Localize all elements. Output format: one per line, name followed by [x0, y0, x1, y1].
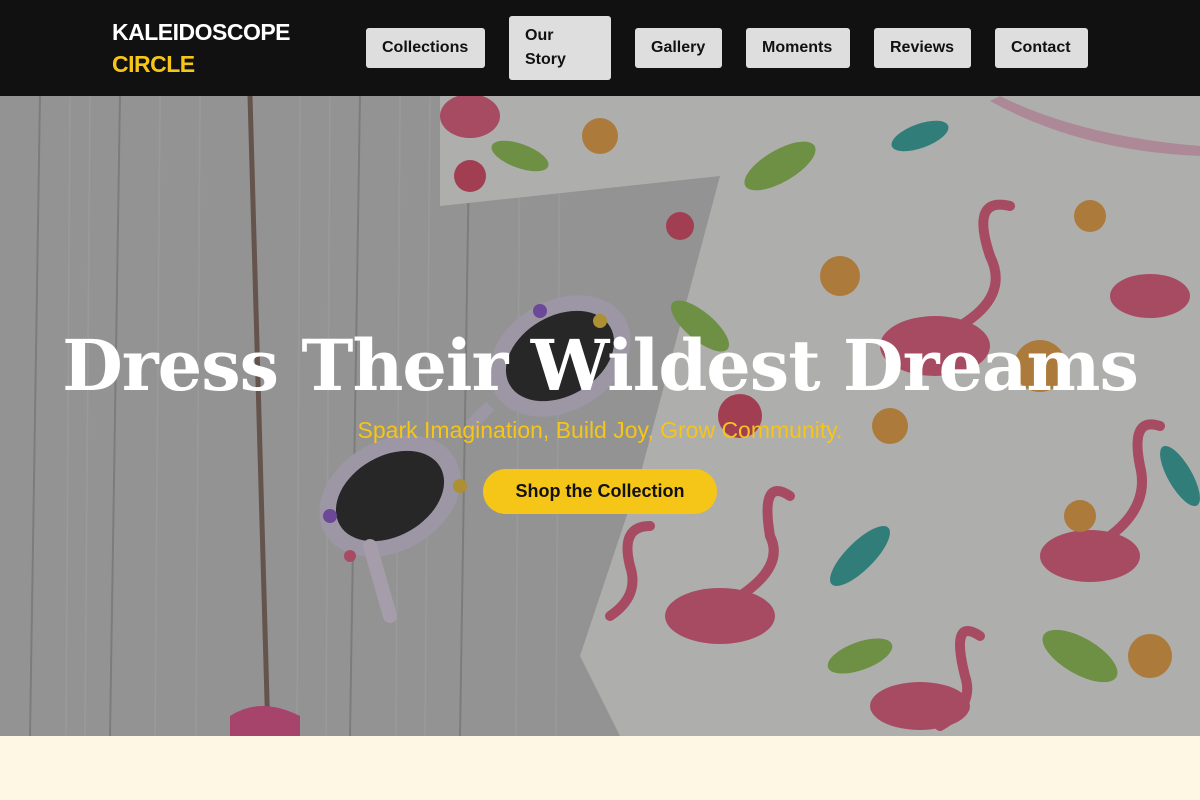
- nav-reviews-label: Reviews: [890, 39, 955, 56]
- shop-collection-button[interactable]: Shop the Collection: [483, 469, 717, 514]
- hero-subtitle: Spark Imagination, Build Joy, Grow Commu…: [357, 417, 843, 443]
- nav-our-story-button[interactable]: Our Story: [509, 16, 611, 80]
- nav-reviews-button[interactable]: Reviews: [874, 28, 971, 68]
- nav-contact-button[interactable]: Contact: [995, 28, 1088, 68]
- nav-contact-label: Contact: [1011, 39, 1071, 56]
- brand-line-2: CIRCLE: [112, 51, 195, 77]
- nav-our-story-label-2: Story: [525, 51, 566, 68]
- nav-moments-button[interactable]: Moments: [746, 28, 850, 68]
- next-section: [0, 736, 1200, 800]
- nav-gallery-label: Gallery: [651, 39, 706, 56]
- shop-collection-label: Shop the Collection: [515, 481, 685, 501]
- nav-moments-label: Moments: [762, 39, 833, 56]
- brand-line-1: KALEIDOSCOPE: [112, 19, 291, 45]
- hero-section: Dress Their Wildest Dreams Spark Imagina…: [0, 96, 1200, 736]
- hero-title: Dress Their Wildest Dreams: [62, 324, 1139, 407]
- brand-logo[interactable]: KALEIDOSCOPE CIRCLE: [112, 16, 291, 80]
- nav-collections-button[interactable]: Collections: [366, 28, 485, 68]
- site-header: KALEIDOSCOPE CIRCLE Collections Our Stor…: [0, 0, 1200, 96]
- nav-our-story-label-1: Our: [525, 27, 554, 44]
- nav-collections-label: Collections: [382, 39, 469, 56]
- nav-gallery-button[interactable]: Gallery: [635, 28, 722, 68]
